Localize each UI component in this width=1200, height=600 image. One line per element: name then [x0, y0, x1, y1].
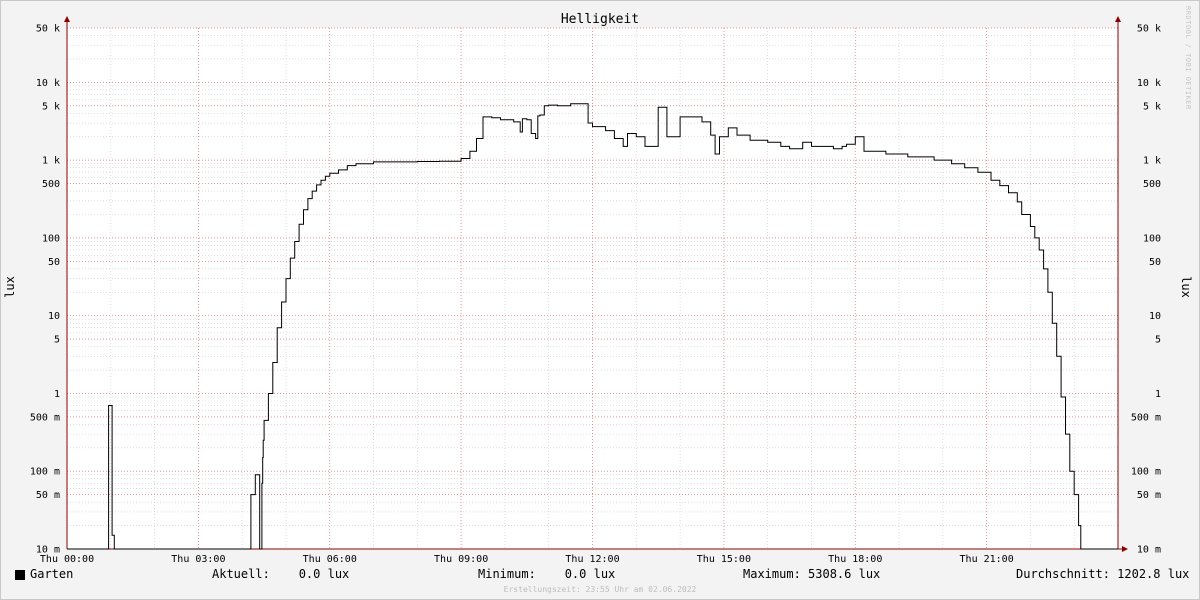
creation-time-footer: Erstellungszeit: 23:55 Uhr am 02.06.2022	[503, 585, 697, 594]
legend-series-name: Garten	[30, 567, 74, 581]
y-tick-label-left: 50	[48, 257, 60, 268]
y-tick-label-right: 100 m	[1131, 467, 1161, 478]
stat-minimum: Minimum: 0.0 lux	[478, 567, 616, 581]
y-tick-label-right: 50	[1149, 257, 1161, 268]
y-tick-label-left: 100 m	[30, 467, 60, 478]
y-tick-label-right: 500	[1143, 179, 1161, 190]
x-tick-label: Thu 06:00	[303, 554, 357, 565]
y-tick-label-left: 1 k	[42, 156, 60, 167]
brightness-chart: 10 m 10 m50 m 50 m100 m 100 m500 m 500 m1 15 5…	[3, 12, 1193, 565]
legend-swatch	[15, 570, 25, 580]
y-tick-label-right: 10 m	[1137, 545, 1161, 556]
x-tick-label: Thu 03:00	[171, 554, 225, 565]
y-tick-label-left: 100	[42, 233, 60, 244]
y-axis-label-left: lux	[3, 276, 17, 298]
y-axis-arrow-left	[64, 16, 70, 22]
x-tick-label: Thu 09:00	[434, 554, 488, 565]
y-tick-label-right: 10 k	[1137, 78, 1161, 89]
y-tick-label-left: 5	[54, 335, 60, 346]
y-tick-label-right: 5	[1155, 335, 1161, 346]
y-tick-label-left: 1	[54, 389, 60, 400]
stat-maximum: Maximum: 5308.6 lux	[743, 567, 881, 581]
x-tick-label: Thu 18:00	[828, 554, 882, 565]
y-tick-label-right: 1	[1155, 389, 1161, 400]
legend: Garten Aktuell: 0.0 lux Minimum: 0.0 lux…	[0, 567, 1200, 585]
grid	[66, 27, 1119, 550]
rrdtool-watermark: RRDTOOL / TOBI OETIKER	[1184, 6, 1192, 110]
x-axis-arrow	[1122, 546, 1128, 552]
y-tick-label-right: 10	[1149, 311, 1161, 322]
x-tick-label: Thu 12:00	[565, 554, 619, 565]
y-tick-label-right: 50 k	[1137, 24, 1161, 35]
y-tick-label-left: 50 m	[36, 490, 60, 501]
y-tick-label-left: 5 k	[42, 101, 60, 112]
stat-current: Aktuell: 0.0 lux	[212, 567, 350, 581]
chart-title: Helligkeit	[561, 12, 639, 27]
y-tick-label-right: 1 k	[1143, 156, 1161, 167]
y-tick-label-left: 50 k	[36, 24, 60, 35]
y-tick-label-left: 10	[48, 311, 60, 322]
y-tick-label-left: 500	[42, 179, 60, 190]
y-axis-arrow-right	[1115, 16, 1121, 22]
x-tick-label: Thu 00:00	[40, 554, 94, 565]
stat-average: Durchschnitt: 1202.8 lux	[1016, 567, 1190, 581]
y-tick-label-right: 5 k	[1143, 101, 1161, 112]
y-tick-label-left: 10 k	[36, 78, 60, 89]
y-tick-label-right: 50 m	[1137, 490, 1161, 501]
x-tick-label: Thu 21:00	[960, 554, 1014, 565]
y-tick-label-right: 100	[1143, 233, 1161, 244]
y-tick-label-right: 500 m	[1131, 412, 1161, 423]
x-tick-label: Thu 15:00	[697, 554, 751, 565]
y-axis-label-right: lux	[1179, 276, 1193, 298]
y-tick-label-left: 500 m	[30, 412, 60, 423]
